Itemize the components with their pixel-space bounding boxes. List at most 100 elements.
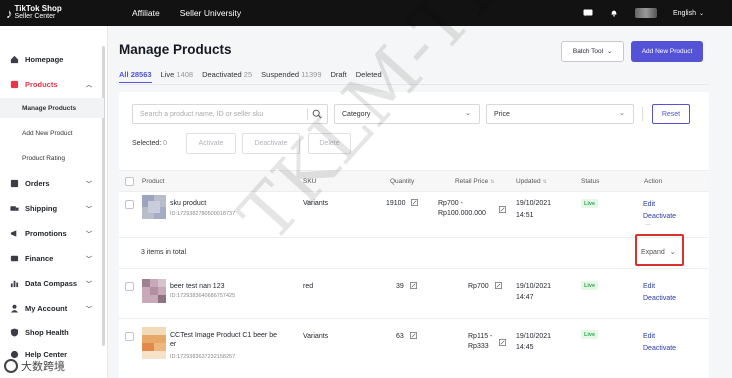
tab-all[interactable]: All 28563 xyxy=(119,70,152,83)
header-label: Updated xyxy=(516,178,541,185)
add-new-product-button[interactable]: Add New Product xyxy=(631,41,703,62)
status-badge: Live xyxy=(581,281,599,290)
search-placeholder: Search a product name, ID or seller sku xyxy=(140,110,264,118)
product-id: ID:1729382780500018737 xyxy=(170,211,236,217)
deactivate-link[interactable]: Deactivate xyxy=(643,292,676,305)
category-select[interactable]: Category ⌄ xyxy=(334,104,480,124)
header-quantity[interactable]: Quantity xyxy=(390,178,414,185)
selected-label: Selected: xyxy=(132,140,162,147)
product-id: ID:1729383640686757425 xyxy=(170,293,236,299)
edit-icon[interactable] xyxy=(499,339,506,346)
chevron-down-icon: ﹀ xyxy=(85,256,92,263)
sidebar-item-label: Orders xyxy=(25,178,50,188)
sidebar-item-shop-health[interactable]: Shop Health xyxy=(0,322,104,342)
product-thumbnail[interactable] xyxy=(142,279,166,303)
quantity-cell: 19100 xyxy=(386,199,419,209)
product-name[interactable]: sku product xyxy=(170,199,206,208)
updated-time: 14:45 xyxy=(516,344,534,351)
expand-button[interactable]: Expand ⌄ xyxy=(641,248,676,256)
edit-icon[interactable] xyxy=(499,206,506,213)
sort-icon: ⇅ xyxy=(490,179,495,185)
edit-icon[interactable] xyxy=(409,282,417,289)
product-thumbnail[interactable] xyxy=(142,327,166,359)
updated-time: 14:47 xyxy=(516,294,534,301)
tab-draft[interactable]: Draft xyxy=(331,70,347,83)
activate-button[interactable]: Activate xyxy=(186,133,236,154)
quantity-value: 63 xyxy=(396,333,404,340)
home-icon xyxy=(10,55,19,63)
sort-icon: ⇅ xyxy=(542,179,547,185)
sidebar-sub-add-new-product[interactable]: Add New Product xyxy=(0,123,104,143)
nav-seller-university[interactable]: Seller University xyxy=(180,8,241,18)
edit-icon[interactable] xyxy=(409,332,417,339)
quantity-value: 19100 xyxy=(386,200,406,207)
tiktok-shop-logo[interactable]: ♪ TikTok Shop Seller Center xyxy=(0,5,110,21)
sidebar-item-label: My Account xyxy=(25,303,68,313)
header-updated[interactable]: Updated ⇅ xyxy=(516,178,547,185)
bell-icon[interactable] xyxy=(609,9,619,17)
selected-number: 0 xyxy=(163,140,168,147)
quantity-cell: 63 xyxy=(396,332,417,342)
sku-cell[interactable]: Variants xyxy=(303,332,328,342)
updated-date: 19/10/2021 xyxy=(516,283,552,290)
quantity-cell: 39 xyxy=(396,282,417,292)
deactivate-button[interactable]: Deactivate xyxy=(242,133,300,154)
row-checkbox[interactable] xyxy=(125,332,134,341)
language-selector[interactable]: English xyxy=(673,10,696,17)
delete-button[interactable]: Delete xyxy=(308,133,351,154)
search-icon[interactable] xyxy=(312,109,322,119)
items-summary-row xyxy=(119,238,709,268)
sidebar-item-data-compass[interactable]: Data Compass ﹀ xyxy=(0,273,104,293)
edit-icon[interactable] xyxy=(494,282,502,289)
status-tabs: All 28563 Live 1408 Deactivated 25 Suspe… xyxy=(119,70,391,83)
batch-tool-button[interactable]: Batch Tool ⌄ xyxy=(561,41,624,62)
row-checkbox[interactable] xyxy=(125,200,134,209)
sidebar-item-products[interactable]: Products ︿ xyxy=(0,74,104,94)
tabs-divider xyxy=(119,84,709,85)
price-select[interactable]: Price ⌄ xyxy=(486,104,634,124)
price-cell: Rp700 - Rp100.000.000 xyxy=(438,200,486,217)
message-icon[interactable] xyxy=(583,9,593,17)
tab-suspended[interactable]: Suspended 11399 xyxy=(261,70,321,83)
row-checkbox[interactable] xyxy=(125,282,134,291)
price-value: Rp700 xyxy=(468,283,489,290)
nav-affiliate[interactable]: Affiliate xyxy=(132,8,160,18)
chart-icon xyxy=(10,280,19,287)
deactivate-link[interactable]: Deactivate xyxy=(643,342,676,355)
sidebar-item-finance[interactable]: Finance ﹀ xyxy=(0,248,104,268)
sidebar-sub-product-rating[interactable]: Product Rating xyxy=(0,148,104,168)
chevron-down-icon: ⌄ xyxy=(607,49,613,55)
tab-deactivated[interactable]: Deactivated 25 xyxy=(202,70,252,83)
updated-date: 19/10/2021 xyxy=(516,333,552,340)
product-name[interactable]: CCTest Image Product C1 beer be er xyxy=(170,331,277,349)
product-name[interactable]: beer test nan 123 xyxy=(170,282,225,291)
sidebar-item-label: Promotions xyxy=(25,228,67,238)
corner-brand-logo: 大数跨境 xyxy=(4,358,65,374)
sku-cell[interactable]: Variants xyxy=(303,199,328,209)
reset-button[interactable]: Reset xyxy=(652,104,690,124)
price-label: Price xyxy=(494,110,510,118)
updated-time: 14:51 xyxy=(516,212,534,219)
sidebar-item-promotions[interactable]: Promotions ﹀ xyxy=(0,223,104,243)
sidebar-item-homepage[interactable]: Homepage xyxy=(0,49,104,69)
sidebar-item-my-account[interactable]: My Account ﹀ xyxy=(0,298,104,318)
row-divider xyxy=(119,318,709,319)
product-thumbnail[interactable] xyxy=(142,195,166,219)
selected-count: Selected: 0 xyxy=(132,140,167,147)
avatar[interactable] xyxy=(635,8,657,18)
search-input[interactable]: Search a product name, ID or seller sku xyxy=(132,104,328,124)
tab-deleted[interactable]: Deleted xyxy=(356,70,382,83)
tab-label: Suspended xyxy=(261,70,300,79)
batch-tool-label: Batch Tool xyxy=(572,48,604,55)
sidebar-item-shipping[interactable]: Shipping ﹀ xyxy=(0,198,104,218)
sidebar-sub-manage-products[interactable]: Manage Products xyxy=(0,98,104,118)
status-badge: Live xyxy=(581,199,599,208)
sidebar-item-orders[interactable]: Orders ﹀ xyxy=(0,173,104,193)
logo-line1: TikTok Shop xyxy=(14,4,62,13)
tab-label: All xyxy=(119,70,129,79)
select-all-checkbox[interactable] xyxy=(125,177,134,186)
tab-live[interactable]: Live 1408 xyxy=(161,70,194,83)
header-retail-price[interactable]: Retail Price ⇅ xyxy=(455,178,494,185)
more-actions[interactable]: ... xyxy=(645,220,651,227)
edit-icon[interactable] xyxy=(411,199,419,206)
